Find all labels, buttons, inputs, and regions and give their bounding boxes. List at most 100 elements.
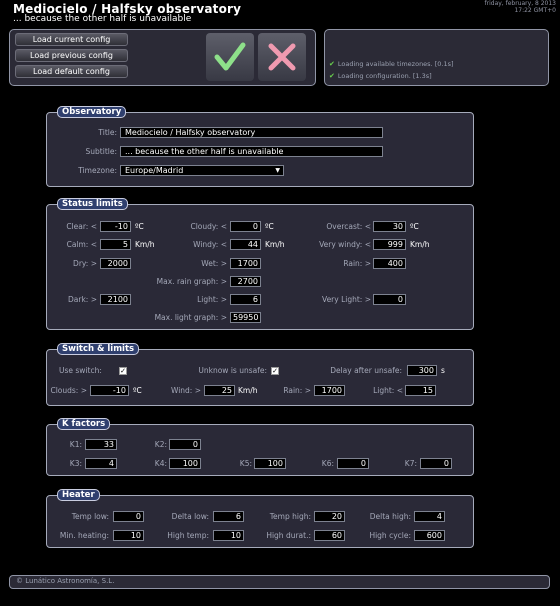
switch-limits-section: Switch & limits Use switch: ✓ Unknow is … [46, 343, 474, 406]
light-label: Light: > [197, 295, 227, 304]
title-label: Title: [98, 128, 117, 137]
title-input[interactable]: Mediocielo / Halfsky observatory [120, 127, 383, 138]
very-windy-label: Very windy: < [319, 240, 371, 249]
delta-low-input[interactable]: 6 [213, 511, 244, 522]
k6-label: K6: [321, 459, 334, 468]
switch-rain-input[interactable]: 1700 [314, 385, 345, 396]
clouds-unit: ºC [133, 386, 142, 395]
calm-label: Calm: < [66, 240, 97, 249]
section-legend: Observatory [57, 106, 127, 118]
subtitle-input[interactable]: ... because the other half is unavailabl… [120, 146, 383, 157]
save-button[interactable] [206, 33, 254, 81]
unknow-unsafe-checkbox[interactable]: ✓ [271, 367, 279, 375]
section-legend: Heater [57, 489, 100, 501]
k2-input[interactable]: 0 [169, 439, 201, 450]
check-icon: ✔ [329, 72, 335, 80]
check-icon: ✔ [329, 60, 335, 68]
config-panel: Load current config Load previous config… [9, 29, 316, 86]
wet-input[interactable]: 1700 [230, 258, 261, 269]
switch-light-label: Light: < [373, 386, 403, 395]
chevron-down-icon: ▼ [275, 167, 280, 174]
clock-time: 17:22 GMT+0 [514, 7, 556, 14]
load-default-config-button[interactable]: Load default config [15, 65, 128, 78]
high-cycle-input[interactable]: 600 [414, 530, 445, 541]
temp-high-label: Temp high: [269, 512, 311, 521]
clear-unit: ºC [135, 222, 144, 231]
overcast-input[interactable]: 30 [373, 221, 406, 232]
heater-section: Heater Temp low: 0 Delta low: 6 Temp hig… [46, 489, 474, 548]
overcast-unit: ºC [410, 222, 419, 231]
delta-high-input[interactable]: 4 [414, 511, 445, 522]
delay-unit: s [441, 366, 445, 375]
delta-high-label: Delta high: [369, 512, 411, 521]
k7-input[interactable]: 0 [420, 458, 452, 469]
dry-input[interactable]: 2000 [100, 258, 131, 269]
clear-input[interactable]: -10 [100, 221, 131, 232]
min-heating-label: Min. heating: [59, 531, 109, 540]
log-panel: ✔ Loading available timezones. [0.1s] ✔ Lo… [324, 29, 549, 86]
log-line: ✔ Loading configuration. [1.3s] [329, 72, 432, 80]
k3-input[interactable]: 4 [85, 458, 117, 469]
timezone-select[interactable]: Europe/Madrid ▼ [120, 165, 284, 176]
k-factors-section: K factors K1: 33 K2: 0 K3: 4 K4: 100 K5:… [46, 418, 474, 476]
checkmark-icon [214, 42, 246, 71]
k1-input[interactable]: 33 [85, 439, 117, 450]
subtitle-label: Subtitle: [85, 147, 117, 156]
high-durat-input[interactable]: 60 [314, 530, 345, 541]
k6-input[interactable]: 0 [337, 458, 369, 469]
wind-label: Wind: > [170, 386, 201, 395]
cloudy-label: Cloudy: < [190, 222, 227, 231]
windy-unit: Km/h [265, 240, 285, 249]
high-cycle-label: High cycle: [369, 531, 411, 540]
calm-input[interactable]: 5 [100, 239, 131, 250]
temp-high-input[interactable]: 20 [314, 511, 345, 522]
windy-input[interactable]: 44 [230, 239, 261, 250]
very-windy-input[interactable]: 999 [373, 239, 406, 250]
dry-label: Dry: > [73, 259, 97, 268]
use-switch-checkbox[interactable]: ✓ [119, 367, 127, 375]
cloudy-unit: ºC [265, 222, 274, 231]
clock-date: friday, february, 8 2013 [484, 0, 556, 7]
page-subtitle: ... because the other half is unavailabl… [13, 14, 192, 24]
switch-light-input[interactable]: 15 [405, 385, 436, 396]
calm-unit: Km/h [135, 240, 155, 249]
max-rain-graph-input[interactable]: 2700 [230, 276, 261, 287]
wind-unit: Km/h [238, 386, 258, 395]
wind-input[interactable]: 25 [204, 385, 235, 396]
temp-low-label: Temp low: [71, 512, 109, 521]
close-icon [268, 43, 296, 71]
cancel-button[interactable] [258, 33, 306, 81]
section-legend: Switch & limits [57, 343, 140, 355]
load-previous-config-button[interactable]: Load previous config [15, 49, 128, 62]
k2-label: K2: [154, 440, 167, 449]
delay-after-unsafe-label: Delay after unsafe: [330, 366, 402, 375]
clear-label: Clear: < [66, 222, 97, 231]
k5-label: K5: [239, 459, 252, 468]
unknow-unsafe-label: Unknow is unsafe: [198, 366, 267, 375]
clouds-input[interactable]: -10 [90, 385, 129, 396]
high-temp-input[interactable]: 10 [213, 530, 244, 541]
dark-input[interactable]: 2100 [100, 294, 131, 305]
max-light-graph-input[interactable]: 59950 [230, 312, 261, 323]
k4-input[interactable]: 100 [169, 458, 201, 469]
windy-label: Windy: < [193, 240, 227, 249]
overcast-label: Overcast: < [326, 222, 371, 231]
rain-label: Rain: > [343, 259, 371, 268]
delay-after-unsafe-input[interactable]: 300 [407, 365, 437, 376]
temp-low-input[interactable]: 0 [113, 511, 144, 522]
load-current-config-button[interactable]: Load current config [15, 33, 128, 46]
k5-input[interactable]: 100 [254, 458, 286, 469]
k1-label: K1: [69, 440, 82, 449]
header: Mediocielo / Halfsky observatory ... bec… [0, 0, 560, 26]
cloudy-input[interactable]: 0 [230, 221, 261, 232]
max-light-graph-label: Max. light graph: > [154, 313, 227, 322]
high-temp-label: High temp: [167, 531, 209, 540]
wet-label: Wet: > [201, 259, 227, 268]
light-input[interactable]: 6 [230, 294, 261, 305]
section-legend: Status limits [57, 198, 128, 210]
very-light-input[interactable]: 0 [373, 294, 406, 305]
min-heating-input[interactable]: 10 [113, 530, 144, 541]
rain-input[interactable]: 400 [373, 258, 406, 269]
dark-label: Dark: > [68, 295, 97, 304]
switch-rain-label: Rain: > [283, 386, 311, 395]
